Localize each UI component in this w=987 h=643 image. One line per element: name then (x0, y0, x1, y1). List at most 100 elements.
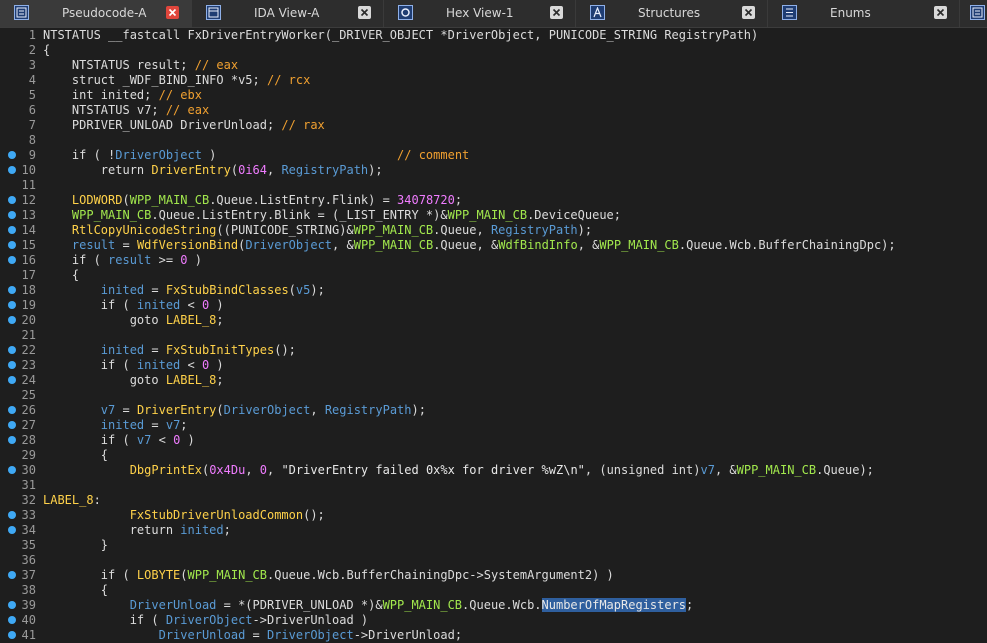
breakpoint-dot-icon[interactable] (8, 256, 16, 264)
code-line[interactable]: 17 { (0, 268, 987, 283)
code-line[interactable]: 15 result = WdfVersionBind(DriverObject,… (0, 238, 987, 253)
code-token: int inited; (43, 88, 159, 102)
code-token: 0 (180, 253, 188, 267)
code-token: inited (136, 298, 181, 312)
code-line[interactable]: 41 DriverUnload = DriverObject->DriverUn… (0, 628, 987, 643)
breakpoint-dot-icon[interactable] (8, 346, 16, 354)
code-line[interactable]: 24 goto LABEL_8; (0, 373, 987, 388)
close-icon[interactable] (934, 6, 947, 19)
breakpoint-dot-icon[interactable] (8, 376, 16, 384)
breakpoint-dot-icon[interactable] (8, 571, 16, 579)
tab-enums[interactable]: Enums (768, 0, 960, 27)
code-line[interactable]: 32 LABEL_8: (0, 493, 987, 508)
pseudocode-view[interactable]: 1 NTSTATUS __fastcall FxDriverEntryWorker… (0, 28, 987, 643)
code-line[interactable]: 23 if ( inited < 0 ) (0, 358, 987, 373)
code-token: WPP_MAIN_CB (382, 598, 463, 612)
code-text: int inited; // ebx (43, 88, 202, 103)
code-line[interactable]: 34 return inited; (0, 523, 987, 538)
code-line[interactable]: 36 (0, 553, 987, 568)
tab-pseudocode-a[interactable]: Pseudocode-A (0, 0, 192, 27)
breakpoint-dot-icon[interactable] (8, 601, 16, 609)
close-icon[interactable] (742, 6, 755, 19)
code-token: .Queue, & (433, 238, 499, 252)
code-line[interactable]: 22 inited = FxStubInitTypes(); (0, 343, 987, 358)
close-icon[interactable] (166, 6, 179, 19)
code-token: .Queue.ListEntry.Blink = (_LIST_ENTRY *)… (151, 208, 448, 222)
code-line[interactable]: 18 inited = FxStubBindClasses(v5); (0, 283, 987, 298)
breakpoint-dot-icon[interactable] (8, 316, 16, 324)
breakpoint-dot-icon[interactable] (8, 511, 16, 519)
enums-icon (782, 5, 797, 20)
code-text: RtlCopyUnicodeString((PUNICODE_STRING)&W… (43, 223, 592, 238)
code-text: struct _WDF_BIND_INFO *v5; // rcx (43, 73, 310, 88)
code-line[interactable]: 21 (0, 328, 987, 343)
code-text: return inited; (43, 523, 231, 538)
code-line[interactable]: 8 (0, 133, 987, 148)
code-token: if ( (43, 613, 166, 627)
code-line[interactable]: 7 PDRIVER_UNLOAD DriverUnload; // rax (0, 118, 987, 133)
code-token: WPP_MAIN_CB (187, 568, 267, 582)
code-line[interactable]: 9 if ( !DriverObject ) // comment (0, 148, 987, 163)
code-token: WdfVersionBind (136, 238, 239, 252)
breakpoint-dot-icon[interactable] (8, 211, 16, 219)
close-icon[interactable] (358, 6, 371, 19)
line-number: 38 (21, 583, 36, 597)
code-line[interactable]: 40 if ( DriverObject->DriverUnload ) (0, 613, 987, 628)
code-line[interactable]: 16 if ( result >= 0 ) (0, 253, 987, 268)
code-line[interactable]: 25 (0, 388, 987, 403)
breakpoint-dot-icon[interactable] (8, 151, 16, 159)
code-token: = *(PDRIVER_UNLOAD *)& (216, 598, 383, 612)
code-token: } (43, 538, 109, 552)
code-line[interactable]: 29 { (0, 448, 987, 463)
code-line[interactable]: 11 (0, 178, 987, 193)
code-token: if ( (43, 568, 137, 582)
code-line[interactable]: 4 struct _WDF_BIND_INFO *v5; // rcx (0, 73, 987, 88)
code-line[interactable]: 3 NTSTATUS result; // eax (0, 58, 987, 73)
code-line[interactable]: 28 if ( v7 < 0 ) (0, 433, 987, 448)
code-line[interactable]: 39 DriverUnload = *(PDRIVER_UNLOAD *)&WP… (0, 598, 987, 613)
code-line[interactable]: 1 NTSTATUS __fastcall FxDriverEntryWorker… (0, 28, 987, 43)
code-line[interactable]: 2{ (0, 43, 987, 58)
code-line[interactable]: 14 RtlCopyUnicodeString((PUNICODE_STRING… (0, 223, 987, 238)
breakpoint-dot-icon[interactable] (8, 616, 16, 624)
line-number: 31 (21, 478, 36, 492)
code-line[interactable]: 5 int inited; // ebx (0, 88, 987, 103)
breakpoint-dot-icon[interactable] (8, 301, 16, 309)
breakpoint-dot-icon[interactable] (8, 241, 16, 249)
breakpoint-dot-icon[interactable] (8, 631, 16, 639)
breakpoint-dot-icon[interactable] (8, 406, 16, 414)
code-line[interactable]: 35 } (0, 538, 987, 553)
tab-structures[interactable]: Structures (576, 0, 768, 27)
code-line[interactable]: 31 (0, 478, 987, 493)
close-icon[interactable] (550, 6, 563, 19)
code-token: = (115, 403, 137, 417)
tab-ida-view-a[interactable]: IDA View-A (192, 0, 384, 27)
breakpoint-dot-icon[interactable] (8, 286, 16, 294)
code-line[interactable]: 13 WPP_MAIN_CB.Queue.ListEntry.Blink = (… (0, 208, 987, 223)
tab-overflow[interactable] (960, 0, 987, 27)
code-line[interactable]: 33 FxStubDriverUnloadCommon(); (0, 508, 987, 523)
breakpoint-dot-icon[interactable] (8, 421, 16, 429)
breakpoint-dot-icon[interactable] (8, 166, 16, 174)
line-number: 36 (21, 553, 36, 567)
breakpoint-dot-icon[interactable] (8, 361, 16, 369)
tab-hex-view-1[interactable]: Hex View-1 (384, 0, 576, 27)
code-token: goto (43, 373, 166, 387)
code-line[interactable]: 12 LODWORD(WPP_MAIN_CB.Queue.ListEntry.F… (0, 193, 987, 208)
code-line[interactable]: 38 { (0, 583, 987, 598)
breakpoint-dot-icon[interactable] (8, 526, 16, 534)
code-line[interactable]: 6 NTSTATUS v7; // eax (0, 103, 987, 118)
code-line[interactable]: 10 return DriverEntry(0i64, RegistryPath… (0, 163, 987, 178)
breakpoint-dot-icon[interactable] (8, 196, 16, 204)
breakpoint-dot-icon[interactable] (8, 226, 16, 234)
breakpoint-dot-icon[interactable] (8, 436, 16, 444)
code-line[interactable]: 27 inited = v7; (0, 418, 987, 433)
code-line[interactable]: 37 if ( LOBYTE(WPP_MAIN_CB.Queue.Wcb.Buf… (0, 568, 987, 583)
code-token: FxStubDriverUnloadCommon (43, 508, 304, 522)
code-text: if ( DriverObject->DriverUnload ) (43, 613, 368, 628)
code-line[interactable]: 26 v7 = DriverEntry(DriverObject, Regist… (0, 403, 987, 418)
code-line[interactable]: 20 goto LABEL_8; (0, 313, 987, 328)
breakpoint-dot-icon[interactable] (8, 466, 16, 474)
code-line[interactable]: 19 if ( inited < 0 ) (0, 298, 987, 313)
code-line[interactable]: 30 DbgPrintEx(0x4Du, 0, "DriverEntry fai… (0, 463, 987, 478)
